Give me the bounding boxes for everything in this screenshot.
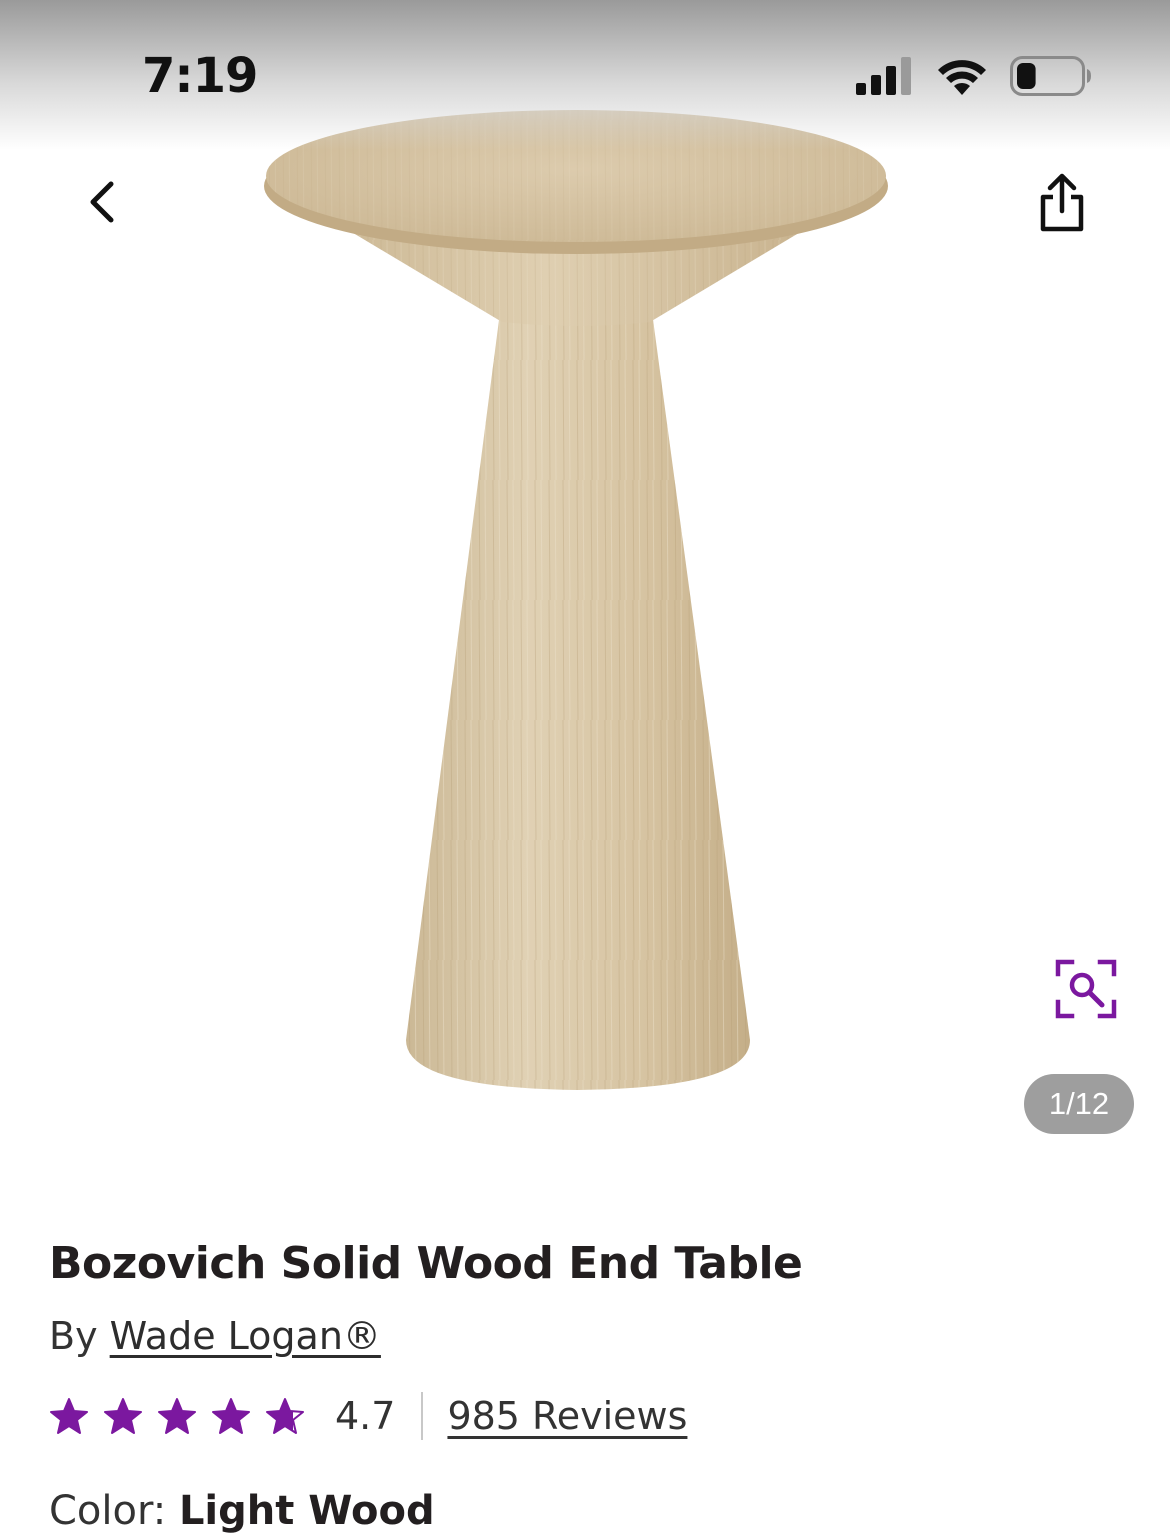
battery-icon xyxy=(1010,56,1091,96)
status-icons xyxy=(856,56,1092,96)
status-time: 7:19 xyxy=(142,48,258,104)
color-row: Color: Light Wood xyxy=(49,1488,435,1534)
image-counter: 1/12 xyxy=(1024,1074,1134,1134)
brand-link[interactable]: Wade Logan® xyxy=(110,1314,381,1358)
back-button[interactable] xyxy=(72,172,132,232)
byline: By Wade Logan® xyxy=(49,1314,381,1358)
product-title: Bozovich Solid Wood End Table xyxy=(49,1238,803,1289)
reviews-link[interactable]: 985 Reviews xyxy=(447,1394,687,1438)
chevron-left-icon xyxy=(90,181,114,223)
cellular-signal-icon xyxy=(856,57,911,95)
color-value: Light Wood xyxy=(178,1488,435,1534)
star-icon xyxy=(212,1398,250,1434)
wifi-icon xyxy=(938,60,986,95)
product-image xyxy=(264,110,888,1090)
share-icon xyxy=(1040,173,1084,232)
visual-search-button[interactable] xyxy=(1054,958,1118,1020)
rating-stars[interactable] xyxy=(49,1397,305,1435)
product-image-gallery[interactable] xyxy=(0,0,1170,1180)
star-icon xyxy=(158,1398,196,1434)
star-icon xyxy=(266,1398,304,1434)
share-button[interactable] xyxy=(1030,168,1094,238)
color-label: Color: xyxy=(49,1488,167,1534)
divider xyxy=(421,1392,424,1440)
rating-value: 4.7 xyxy=(335,1394,396,1438)
visual-search-icon xyxy=(1055,959,1117,1019)
status-bar: 7:19 xyxy=(0,0,1170,150)
by-prefix: By xyxy=(49,1314,98,1358)
star-icon xyxy=(50,1398,88,1434)
rating-row: 4.7 985 Reviews xyxy=(49,1390,687,1442)
star-icon xyxy=(104,1398,142,1434)
